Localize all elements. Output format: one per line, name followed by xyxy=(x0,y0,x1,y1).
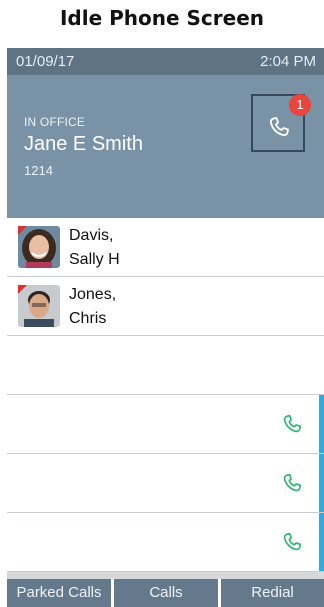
contact-last-name: Davis, xyxy=(69,227,114,244)
presence-indicator xyxy=(18,285,27,294)
contact-row-jones[interactable]: Jones, Chris xyxy=(7,277,324,336)
softkey-parked-calls[interactable]: Parked Calls xyxy=(7,579,111,607)
line-accent xyxy=(319,454,324,512)
softkey-calls[interactable]: Calls xyxy=(114,579,218,607)
presence-indicator xyxy=(18,226,27,235)
contact-name: Jones, Chris xyxy=(69,283,116,331)
contact-row-davis[interactable]: Davis, Sally H xyxy=(7,218,324,277)
user-extension: 1214 xyxy=(24,163,53,178)
user-header: IN OFFICE Jane E Smith 1214 1 xyxy=(7,75,324,218)
phone-icon xyxy=(283,532,302,551)
contact-first-name: Sally H xyxy=(69,251,120,268)
line-accent xyxy=(319,513,324,571)
line-accent xyxy=(319,395,324,453)
status-time: 2:04 PM xyxy=(260,53,316,70)
phone-screen: 01/09/17 2:04 PM IN OFFICE Jane E Smith … xyxy=(7,48,324,607)
page-caption: Idle Phone Screen xyxy=(59,6,265,30)
status-date: 01/09/17 xyxy=(16,53,75,70)
phone-icon xyxy=(283,473,302,492)
empty-row xyxy=(7,336,324,395)
user-name: Jane E Smith xyxy=(24,133,143,155)
phone-icon xyxy=(283,414,302,433)
presence-status: IN OFFICE xyxy=(24,115,86,129)
status-bar: 01/09/17 2:04 PM xyxy=(7,48,324,75)
softkey-bar: Parked Calls Calls Redial xyxy=(7,579,324,607)
line-key-row[interactable] xyxy=(7,395,324,454)
softkey-redial[interactable]: Redial xyxy=(221,579,324,607)
line-key-row[interactable] xyxy=(7,454,324,513)
contact-name: Davis, Sally H xyxy=(69,224,120,272)
missed-calls-button[interactable]: 1 xyxy=(251,94,311,152)
line-key-row[interactable] xyxy=(7,513,324,572)
phone-icon xyxy=(269,117,289,137)
contact-first-name: Chris xyxy=(69,310,107,327)
missed-calls-badge: 1 xyxy=(289,94,311,116)
contact-last-name: Jones, xyxy=(69,286,117,303)
